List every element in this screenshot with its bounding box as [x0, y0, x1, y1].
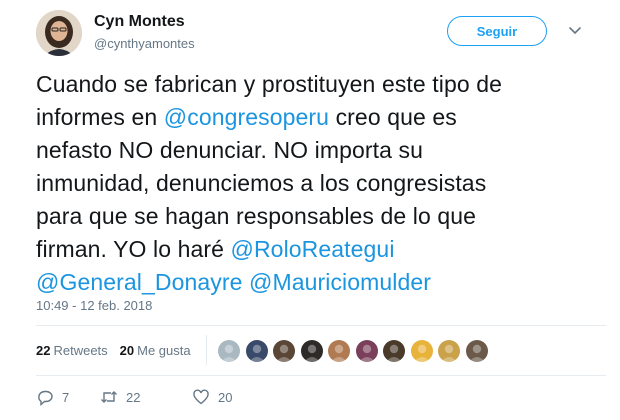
retweet-count: 22: [126, 389, 141, 405]
liker-avatar[interactable]: [438, 340, 460, 362]
retweet-button[interactable]: 22: [100, 388, 192, 406]
likes-label[interactable]: Me gusta: [137, 343, 190, 358]
tweet-text-segment: informes en: [36, 104, 164, 130]
tweet-text-segment: nefasto NO denunciar. NO importa su: [36, 137, 424, 163]
tweet-text-segment: firman. YO lo haré: [36, 236, 231, 262]
divider: [206, 335, 207, 365]
mention-link[interactable]: @General_Donayre: [36, 269, 243, 295]
tweet-text: Cuando se fabrican y prostituyen este ti…: [36, 68, 596, 299]
liker-avatar[interactable]: [273, 340, 295, 362]
chevron-down-icon[interactable]: [566, 22, 584, 40]
tweet-line: nefasto NO denunciar. NO importa su: [36, 134, 596, 167]
heart-icon: [193, 389, 209, 405]
likes-count[interactable]: 20: [120, 343, 134, 358]
mention-link[interactable]: @congresoperu: [164, 104, 329, 130]
liker-avatar[interactable]: [328, 340, 350, 362]
reply-button[interactable]: 7: [36, 388, 100, 406]
liker-avatar[interactable]: [218, 340, 240, 362]
like-button[interactable]: 20: [192, 388, 232, 406]
author-handle[interactable]: @cynthyamontes: [94, 36, 195, 51]
action-bar: 7 22 20: [36, 388, 232, 406]
like-count: 20: [218, 389, 233, 405]
liker-avatar[interactable]: [355, 340, 378, 362]
avatar-image: [36, 10, 82, 56]
tweet-line: firman. YO lo haré @RoloReategui: [36, 233, 596, 266]
retweet-icon: [101, 391, 117, 403]
tweet-text-segment: creo que es: [329, 104, 457, 130]
tweet-line: inmunidad, denunciemos a los congresista…: [36, 167, 596, 200]
mention-link[interactable]: @RoloReategui: [231, 236, 395, 262]
author-name[interactable]: Cyn Montes: [94, 13, 185, 31]
liker-avatar[interactable]: [410, 340, 433, 362]
divider: [36, 325, 606, 326]
tweet-line: @General_Donayre @Mauriciomulder: [36, 266, 596, 299]
avatar[interactable]: [36, 10, 82, 56]
divider: [36, 375, 606, 376]
reply-count: 7: [62, 389, 70, 405]
tweet-timestamp[interactable]: 10:49 - 12 feb. 2018: [36, 298, 152, 313]
liker-avatar[interactable]: [245, 340, 268, 362]
tweet-stats: 22 Retweets 20 Me gusta: [36, 343, 191, 358]
liker-avatar[interactable]: [383, 340, 405, 362]
tweet-line: Cuando se fabrican y prostituyen este ti…: [36, 68, 596, 101]
liker-avatar[interactable]: [465, 340, 488, 362]
retweets-count[interactable]: 22: [36, 343, 50, 358]
tweet-text-segment: Cuando se fabrican y prostituyen este ti…: [36, 71, 503, 97]
mention-link[interactable]: @Mauriciomulder: [249, 269, 431, 295]
tweet-line: para que se hagan responsables de lo que: [36, 200, 596, 233]
follow-button[interactable]: Seguir: [447, 16, 547, 46]
retweets-label[interactable]: Retweets: [53, 343, 107, 358]
tweet-line: informes en @congresoperu creo que es: [36, 101, 596, 134]
liker-avatar[interactable]: [300, 340, 323, 362]
tweet-text-segment: para que se hagan responsables de lo que: [36, 203, 477, 229]
liker-avatars: [218, 340, 493, 362]
reply-icon: [38, 390, 53, 406]
tweet-text-segment: inmunidad, denunciemos a los congresista…: [36, 170, 487, 196]
